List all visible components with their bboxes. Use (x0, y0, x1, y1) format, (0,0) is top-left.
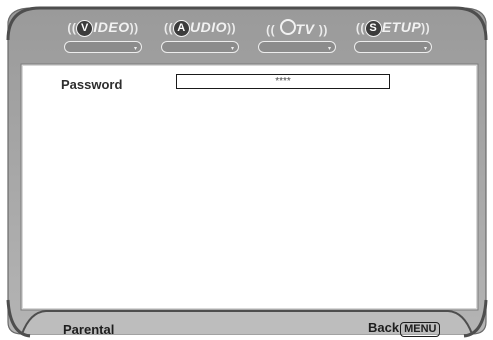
arrow-left-icon: (( (67, 21, 77, 35)
chevron-down-icon: ▾ (327, 46, 331, 52)
tab-setup[interactable]: ((S ETUP)) ▾ (348, 17, 438, 65)
password-label: Password (61, 77, 123, 92)
arrow-left-icon: (( (266, 23, 276, 37)
chevron-down-icon: ▾ (133, 46, 137, 52)
content-panel: Password **** (23, 66, 476, 308)
tab-audio[interactable]: ((A UDIO)) ▾ (155, 17, 245, 65)
tab-audio-label: UDIO (190, 19, 227, 35)
arrow-right-icon: )) (129, 21, 139, 35)
arrow-right-icon: )) (421, 21, 431, 35)
menu-key-icon: MENU (400, 322, 441, 337)
audio-badge-icon: A (173, 20, 190, 37)
tab-setup-label: ETUP (381, 19, 422, 35)
tab-audio-bar: ▾ (161, 41, 239, 53)
arrow-right-icon: )) (318, 23, 328, 37)
tab-tv[interactable]: (( TV )) ▾ (252, 17, 342, 65)
tab-video-label: IDEO (93, 19, 130, 35)
password-field[interactable]: **** (176, 74, 390, 89)
back-label: Back (368, 320, 400, 335)
chevron-down-icon: ▾ (230, 46, 234, 52)
back-button[interactable]: Back MENU (368, 320, 441, 337)
tab-video-bar: ▾ (64, 41, 142, 53)
arrow-left-icon: (( (355, 21, 365, 35)
setup-badge-icon: S (364, 20, 382, 37)
tab-tv-label: TV (295, 21, 315, 37)
tab-setup-bar: ▾ (354, 41, 432, 53)
video-badge-icon: V (76, 20, 94, 37)
tv-ring-icon (279, 19, 296, 35)
tab-tv-bar: ▾ (258, 41, 336, 53)
footer-section-title: Parental (63, 322, 115, 337)
arrow-right-icon: )) (227, 21, 236, 35)
arrow-left-icon: (( (164, 21, 173, 35)
tab-video[interactable]: ((V IDEO)) ▾ (58, 17, 148, 65)
chevron-down-icon: ▾ (423, 46, 427, 52)
